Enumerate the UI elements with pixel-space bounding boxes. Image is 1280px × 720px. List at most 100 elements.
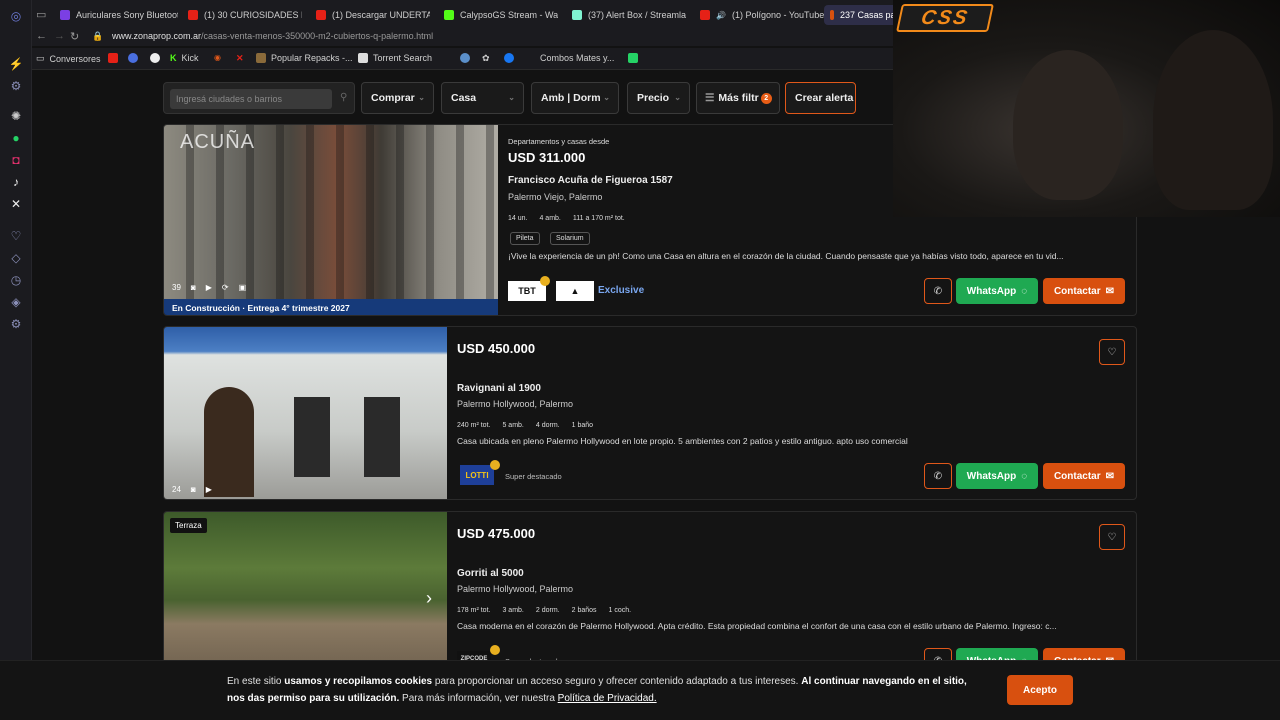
feature-bathrooms: 2 baños (571, 607, 597, 614)
listing-features: 240 m² tot. 5 amb. 4 dorm. 1 baño (457, 422, 593, 429)
contact-button[interactable]: Contactar ✉ (1043, 463, 1125, 489)
bookmark-combos[interactable]: Combos Mates y... (540, 53, 614, 63)
bookmark-whatsapp[interactable] (628, 53, 638, 63)
favorite-button[interactable]: ♡ (1099, 524, 1125, 550)
price-dropdown[interactable]: Precio ⌄ (627, 82, 690, 114)
tab-2[interactable]: (1) Descargar UNDERTALE (316, 5, 430, 25)
feature-area: 240 m² tot. (457, 422, 491, 429)
back-icon[interactable]: ← (36, 30, 47, 42)
search-input[interactable] (170, 89, 332, 109)
whatsapp-button[interactable]: WhatsApp ◌ (956, 278, 1038, 304)
phone-icon: ✆ (933, 470, 943, 482)
operation-dropdown[interactable]: Comprar ⌄ (361, 82, 434, 114)
tab-3[interactable]: CalypsoGS Stream - Watch (444, 5, 558, 25)
tab-label: (1) Descargar UNDERTALE (332, 10, 430, 20)
window-shape (364, 397, 400, 477)
favorites-icon[interactable]: ♡ (8, 228, 24, 244)
contact-button[interactable]: Contactar ✉ (1043, 278, 1125, 304)
tab-0[interactable]: Auriculares Sony Bluetooth (60, 5, 178, 25)
bookmark-opera[interactable]: ◉ (214, 53, 221, 62)
listing-address: Francisco Acuña de Figueroa 1587 (508, 175, 673, 186)
listing-card[interactable]: 24 ◙ ▶ USD 450.000 ♡ Ravignani al 1900 Pal… (163, 326, 1137, 500)
bookmark-chrome[interactable] (128, 53, 138, 63)
construction-banner: En Construcción · Entrega 4° trimestre 2… (164, 299, 498, 315)
bookmark-label: Combos Mates y... (540, 53, 615, 63)
bookmark-github[interactable] (150, 53, 160, 63)
listing-photo[interactable]: 24 ◙ ▶ (164, 327, 447, 499)
mail-icon: ✉ (1105, 285, 1115, 297)
tiktok-icon[interactable]: ♪ (8, 174, 24, 190)
bookmark-conversores[interactable]: ▭ Conversores (36, 53, 101, 64)
verified-badge-icon (490, 645, 500, 655)
youtube-icon (188, 10, 198, 20)
contact-label: Contactar (1053, 470, 1101, 482)
listing-photo[interactable]: Terraza › (164, 512, 447, 670)
steam-icon (460, 53, 470, 63)
bookmark-steam[interactable] (460, 53, 470, 63)
url-field[interactable]: www.zonaprop.com.ar/casas-venta-menos-35… (112, 31, 433, 41)
kick-icon (444, 10, 454, 20)
whatsapp-icon[interactable]: ● (8, 130, 24, 146)
more-filters-label: Más filtr (718, 92, 759, 104)
cube-icon[interactable]: ◇ (8, 250, 24, 266)
whatsapp-button[interactable]: WhatsApp ◌ (956, 463, 1038, 489)
next-photo-icon[interactable]: › (426, 588, 432, 609)
torrent-icon (358, 53, 368, 63)
reload-icon[interactable]: ↻ (70, 30, 79, 43)
bookmark-x[interactable]: ✕ (236, 53, 244, 64)
more-filters-button[interactable]: ☰ Más filtr 2 (696, 82, 780, 114)
sidebar-settings-icon[interactable]: ⚙ (8, 78, 24, 94)
sidebar-tools-icon[interactable]: ⚡ (8, 56, 24, 72)
privacy-policy-link[interactable]: Política de Privacidad. (558, 693, 657, 704)
instagram-icon[interactable]: ◘ (8, 152, 24, 168)
person-silhouette (1153, 30, 1273, 210)
tab-1[interactable]: (1) 30 CURIOSIDADES FLIP (188, 5, 302, 25)
favorite-button[interactable]: ♡ (1099, 339, 1125, 365)
listing-photo[interactable]: ACUÑA 39 ◙ ▶ ⟳ ▣ (164, 125, 498, 299)
contact-label: Contactar (1053, 285, 1101, 297)
bookmark-repacks[interactable]: Popular Repacks -... (256, 53, 353, 63)
settings-icon[interactable]: ⚙ (8, 316, 24, 332)
tab-menu-icon[interactable]: ▭ (36, 8, 46, 21)
bookmark-youtube[interactable] (108, 53, 118, 63)
exclusive-label: Exclusive (598, 285, 645, 296)
highlight-label: Super destacado (505, 472, 562, 481)
listing-description: ¡Vive la experiencia de un ph! Como una … (508, 251, 1064, 261)
history-icon[interactable]: ◷ (8, 272, 24, 288)
chevron-down-icon: ⌄ (674, 93, 681, 102)
accept-cookies-button[interactable]: Acepto (1007, 675, 1073, 705)
create-alert-button[interactable]: Crear alerta (785, 82, 856, 114)
x-icon[interactable]: ✕ (8, 196, 24, 212)
bookmark-facebook[interactable] (504, 53, 514, 63)
filters-count-badge: 2 (760, 92, 772, 104)
image-watermark: ACUÑA (180, 131, 256, 153)
call-button[interactable]: ✆ (924, 278, 952, 304)
property-type-dropdown[interactable]: Casa ⌄ (441, 82, 524, 114)
whatsapp-icon: ◌ (1021, 285, 1028, 297)
chatgpt-icon[interactable]: ✺ (8, 108, 24, 124)
bookmark-kick[interactable]: K Kick (170, 53, 199, 63)
cookie-text-bold: usamos y recopilamos cookies (284, 676, 433, 687)
listing-price: USD 311.000 (508, 150, 586, 165)
listing-address: Gorriti al 5000 (457, 568, 524, 579)
bookmark-puzzle[interactable]: ✿ (482, 53, 490, 64)
tab-4[interactable]: (37) Alert Box / Streamlabs (572, 5, 686, 25)
verified-badge-icon (540, 276, 550, 286)
forward-icon[interactable]: → (54, 30, 65, 42)
call-button[interactable]: ✆ (924, 463, 952, 489)
youtube-icon (700, 10, 710, 20)
listing-card[interactable]: Terraza › USD 475.000 ♡ Gorriti al 5000 … (163, 511, 1137, 671)
cookie-text-part: Para más información, ver nuestra (399, 693, 558, 704)
photo-count: 39 (172, 283, 181, 292)
rooms-dropdown[interactable]: Amb | Dorm ⌄ (531, 82, 619, 114)
verified-badge-icon (490, 460, 500, 470)
bookmark-torrent[interactable]: Torrent Search (358, 53, 432, 63)
window-shape (294, 397, 330, 477)
chevron-down-icon: ⌄ (418, 93, 425, 102)
browser-logo-icon[interactable]: ◎ (8, 8, 24, 24)
bookmark-label: Popular Repacks -... (271, 53, 353, 63)
search-icon[interactable]: ⚲ (340, 92, 347, 103)
extensions-icon[interactable]: ◈ (8, 294, 24, 310)
tab-5[interactable]: 🔊 (1) Polígono - YouTube (700, 5, 824, 25)
chevron-down-icon: ⌄ (603, 93, 610, 102)
